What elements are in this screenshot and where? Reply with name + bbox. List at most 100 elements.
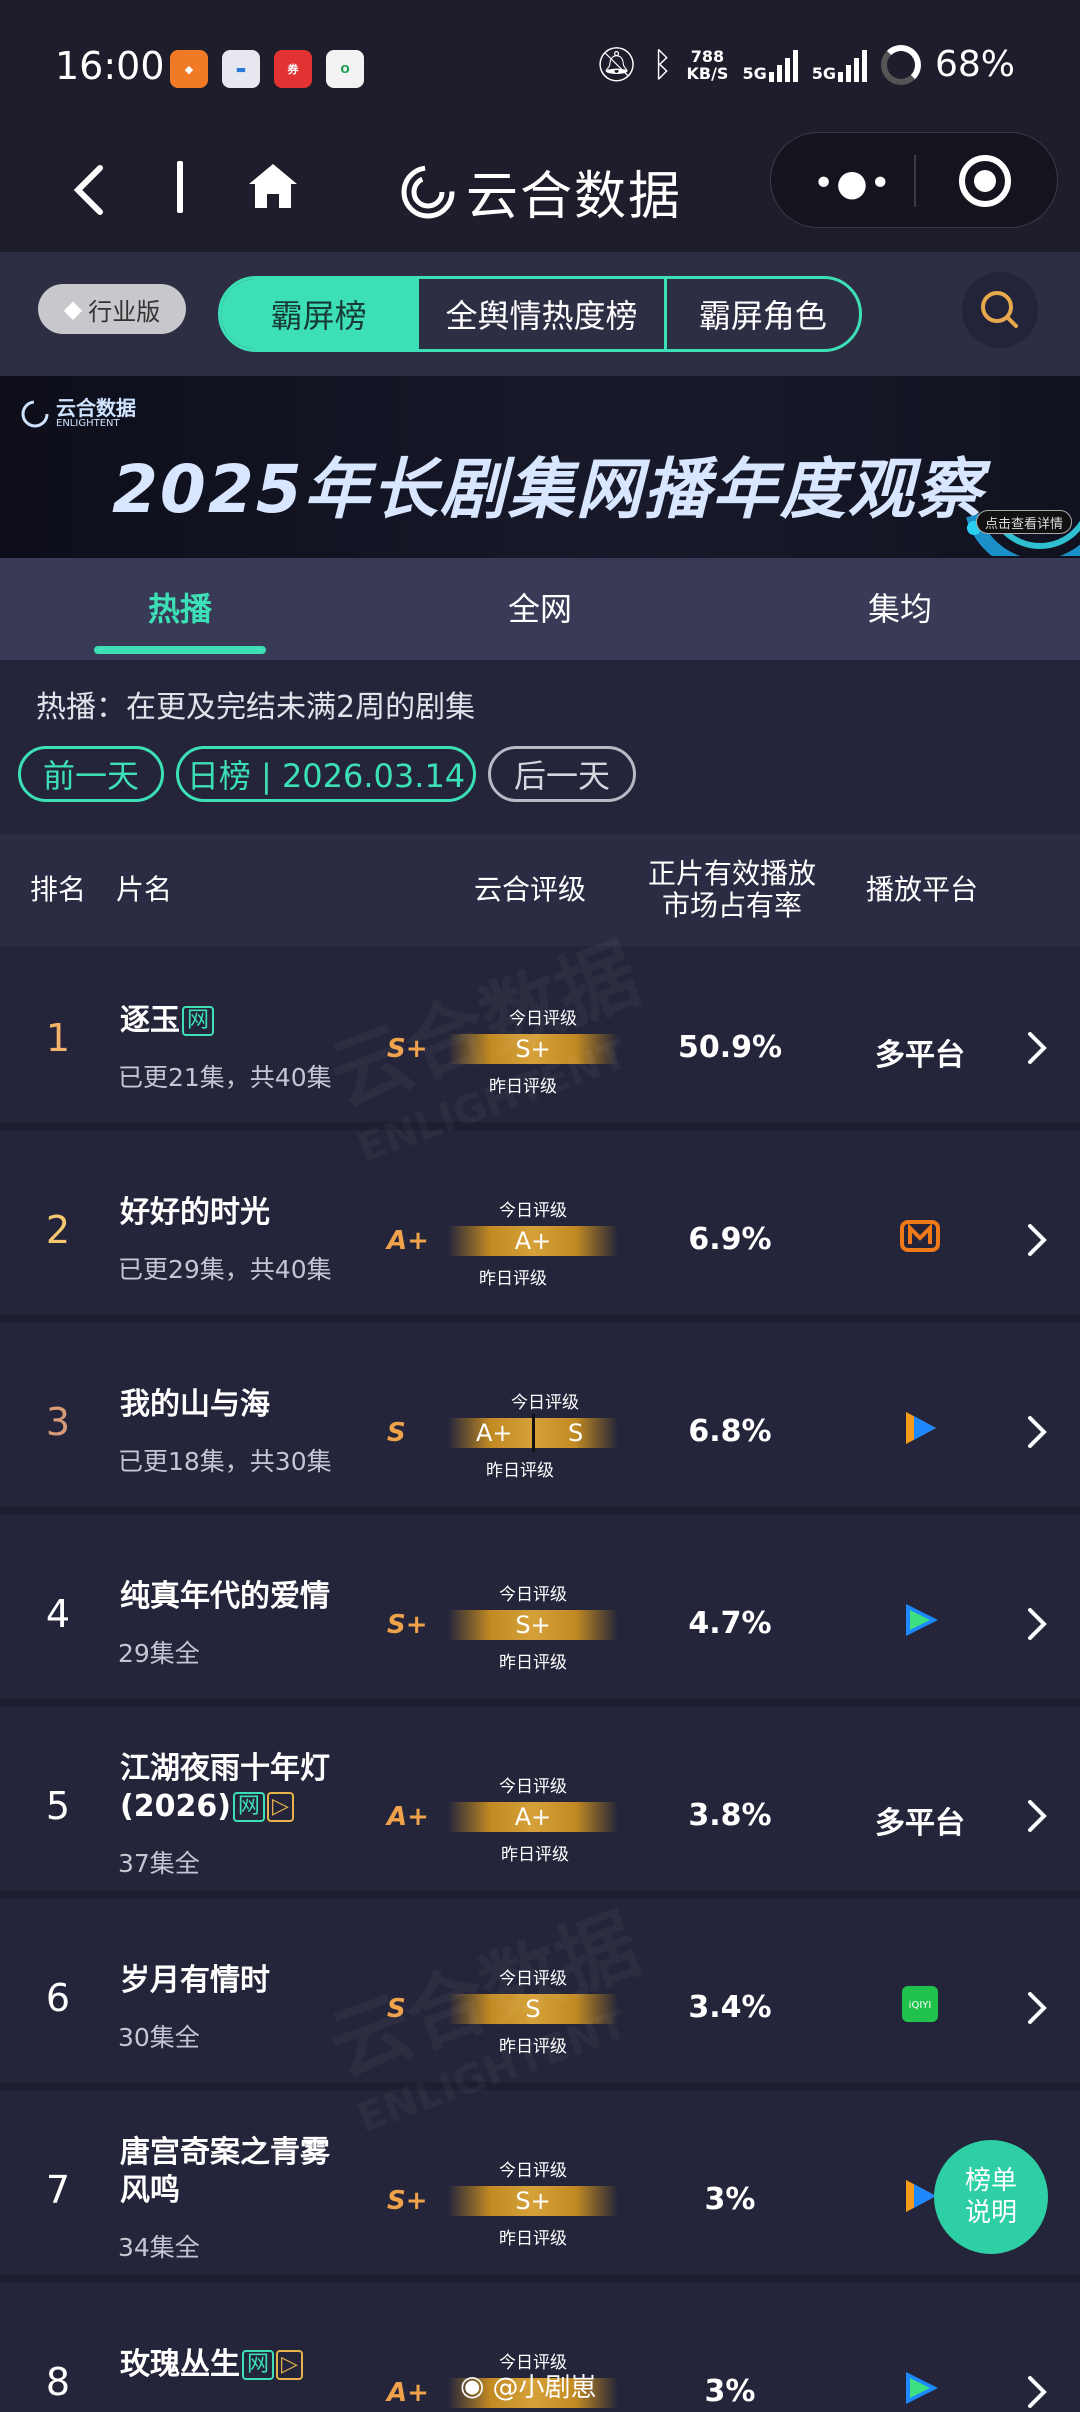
- play-tag-icon: ▷: [276, 2350, 303, 2380]
- col-share: 正片有效播放市场占有率: [647, 857, 816, 922]
- bluetooth-icon: ᛒ: [652, 44, 673, 85]
- rank-number: 8: [45, 2360, 71, 2404]
- chevron-right-icon[interactable]: [1025, 1988, 1049, 2028]
- status-app-icons: ◆ ▬ 券 O: [170, 50, 364, 88]
- rating-bar: A+: [448, 1226, 618, 1256]
- net-tag-icon: 网: [232, 1792, 265, 1822]
- chevron-right-icon[interactable]: [1025, 2372, 1049, 2412]
- diamond-icon: ◆: [63, 295, 83, 323]
- more-icon[interactable]: •●•: [813, 163, 893, 204]
- tab-role[interactable]: 霸屏角色: [667, 279, 859, 349]
- back-icon[interactable]: [70, 160, 110, 220]
- rank-number: 6: [45, 1976, 71, 2020]
- nav-title: 云合数据: [466, 167, 683, 227]
- rank-number: 5: [45, 1784, 71, 1828]
- yesterday-rating-label: 昨日评级: [479, 1269, 547, 1289]
- platform-label: 多平台: [875, 1038, 965, 1073]
- date-picker-button[interactable]: 日榜 | 2026.03.14: [176, 746, 476, 802]
- chevron-right-icon[interactable]: [1025, 1796, 1049, 1836]
- yesterday-rating-label: 昨日评级: [501, 1845, 569, 1865]
- svg-text:iQIYI: iQIYI: [909, 2000, 932, 2011]
- rank-number: 1: [45, 1016, 71, 1060]
- ranking-explanation-button[interactable]: 榜单说明: [934, 2140, 1048, 2254]
- nav-separator: [177, 161, 183, 213]
- platform-label: 多平台: [875, 1806, 965, 1841]
- promo-banner[interactable]: 云合数据 ENLIGHTENT 2025年长剧集网播年度观察 点击查看详情: [0, 376, 1080, 558]
- chevron-right-icon[interactable]: [1025, 1220, 1049, 1260]
- next-day-button[interactable]: 后一天: [488, 746, 636, 802]
- chevron-right-icon[interactable]: [1025, 1028, 1049, 1068]
- market-share: 3.8%: [688, 1798, 772, 1833]
- rating-bar: A+: [448, 1802, 618, 1832]
- tab-rebo[interactable]: 热播: [148, 584, 212, 630]
- iqiyi-play-icon: [906, 1604, 938, 1636]
- market-share: 3%: [704, 2374, 756, 2409]
- top-tabs-row: ◆ 行业版 霸屏榜 全舆情热度榜 霸屏角色: [0, 252, 1080, 376]
- banner-logo: 云合数据 ENLIGHTENT: [20, 398, 136, 429]
- miniprogram-capsule: •●•: [770, 132, 1058, 228]
- tab-quanwang[interactable]: 全网: [508, 584, 572, 630]
- search-button[interactable]: [962, 272, 1038, 348]
- banner-detail-button[interactable]: 点击查看详情: [976, 510, 1072, 534]
- tab-jijun[interactable]: 集均: [868, 584, 932, 630]
- chevron-right-icon[interactable]: [1025, 1604, 1049, 1644]
- prev-day-button[interactable]: 前一天: [18, 746, 164, 802]
- today-rating-label: 今日评级: [499, 1585, 567, 1605]
- drama-title: 江湖夜雨十年灯 (2026) 网 ▷: [120, 1751, 330, 1824]
- yunhe-logo-icon: [401, 165, 455, 218]
- industry-version-button[interactable]: ◆ 行业版: [38, 284, 186, 334]
- signal-icon: 5G: [742, 48, 798, 82]
- tab-yuqing[interactable]: 全舆情热度榜: [419, 279, 667, 349]
- table-row[interactable]: 2 好好的时光 已更29集，共40集 A+ 今日评级 A+ 昨日评级 6.9%: [0, 1138, 1080, 1322]
- oppo-app-icon: O: [326, 50, 364, 88]
- episode-info: 已更29集，共40集: [118, 1255, 332, 1284]
- close-miniprogram-icon[interactable]: [959, 155, 1011, 207]
- table-row[interactable]: 7 唐宫奇案之青雾 风鸣 34集全 S+ 今日评级 S+ 昨日评级 3%: [0, 2098, 1080, 2282]
- chevron-right-icon[interactable]: [1025, 1412, 1049, 1452]
- mango-tv-icon: [900, 1220, 940, 1252]
- episode-info: 30集全: [118, 2023, 200, 2052]
- table-row[interactable]: 4 纯真年代的爱情 29集全 S+ 今日评级 S+ 昨日评级 4.7%: [0, 1522, 1080, 1706]
- rank-number: 4: [45, 1592, 71, 1636]
- iqiyi-icon: iQIYI: [902, 1986, 938, 2022]
- search-icon: [981, 291, 1018, 328]
- status-time: 16:00: [55, 44, 165, 88]
- coupon-app-icon: 券: [274, 50, 312, 88]
- tab-bapingbang[interactable]: 霸屏榜: [221, 279, 420, 349]
- yesterday-rating-label: 昨日评级: [499, 1653, 567, 1673]
- signal-icon-2: 5G: [812, 48, 867, 82]
- drama-title: 逐玉网: [120, 1002, 215, 1040]
- drama-title: 玫瑰丛生网 ▷: [120, 2346, 303, 2384]
- play-tag-icon: ▷: [266, 1792, 294, 1822]
- rating-bar: S+: [448, 1610, 618, 1640]
- iqiyi-play-icon: [906, 2372, 938, 2404]
- status-right: 🔕︎ ᛒ 788 KB/S 5G 5G 68%: [595, 44, 1015, 85]
- market-share: 4.7%: [688, 1606, 772, 1641]
- status-bar: 16:00 ◆ ▬ 券 O 🔕︎ ᛒ 788 KB/S 5G 5G 68%: [0, 0, 1080, 130]
- nav-bar: 云合数据 •●•: [0, 130, 1080, 252]
- yesterday-rating-label: 昨日评级: [486, 1461, 554, 1481]
- net-tag-icon: 网: [242, 2350, 275, 2380]
- table-row[interactable]: 3 我的山与海 已更18集，共30集 S 今日评级 A+ S 昨日评级 6.8%: [0, 1330, 1080, 1514]
- yunhe-logo-icon: [21, 400, 49, 427]
- drama-title: 我的山与海: [120, 1387, 270, 1422]
- rank-number: 2: [45, 1208, 71, 1252]
- drama-title: 唐宫奇案之青雾 风鸣: [120, 2135, 330, 2208]
- table-row[interactable]: 5 江湖夜雨十年灯 (2026) 网 ▷ 37集全 A+ 今日评级 A+ 昨日评级 …: [0, 1714, 1080, 1898]
- col-platform: 播放平台: [866, 873, 979, 906]
- home-icon[interactable]: [245, 158, 301, 214]
- episode-info: 已更18集，共30集: [118, 1447, 332, 1476]
- grade-label: S+: [387, 1610, 428, 1640]
- drama-title: 纯真年代的爱情: [120, 1579, 330, 1614]
- market-share: 3%: [704, 2182, 756, 2217]
- battery-icon: [880, 44, 921, 85]
- drama-title: 好好的时光: [120, 1195, 270, 1230]
- sub-tabs: 热播 全网 集均: [0, 558, 1080, 660]
- episode-info: 34集全: [118, 2233, 200, 2262]
- net-tag-icon: 网: [182, 1006, 215, 1036]
- yesterday-rating-label: 昨日评级: [499, 2229, 567, 2249]
- rating-bar: S+: [448, 2186, 618, 2216]
- grade-label: S+: [387, 2186, 428, 2216]
- tencent-video-icon: [906, 1412, 936, 1444]
- market-share: 6.9%: [688, 1222, 772, 1257]
